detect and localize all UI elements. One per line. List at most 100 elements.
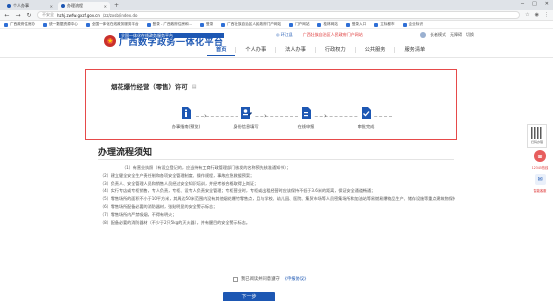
bookmark-item[interactable]: 立标都市 <box>374 22 395 27</box>
chevron-right-icon: › <box>324 112 327 120</box>
process-item: （8）配备必要的消防器材（不少于2只5kg的灭火器），并有醒目的安全警示标志。 <box>100 219 250 225</box>
bookmark-icon <box>4 22 8 27</box>
gov-portal-link[interactable]: 广西壮族自治区人民政府门户网站 <box>303 32 363 38</box>
process-item: （4）实行专店或专柜销售，专人负责，专柜、设专人负责安全管理；专柜营业时，专柜或… <box>100 188 376 194</box>
process-item: （3）负责人、安全管理人员和销售人员经过安全知识培训，并经考核合格取得上岗证； <box>100 180 259 186</box>
bookmark-label: 登录 - 广西政府住房和... <box>152 22 192 26</box>
chat-icon[interactable]: ✉ <box>534 174 546 185</box>
tab-label: 个人办事 <box>13 3 29 8</box>
bookmark-icon <box>221 22 226 27</box>
bookmark-icon <box>317 22 322 27</box>
upload-icon <box>298 105 314 121</box>
address-bar: ← → ↻ 不安全 hzhj.zwfw.gxzf.gov.cn/zz/zxsb/… <box>0 10 553 21</box>
main-nav: 首页 个人办事 法人办事 行政权力 公共服务 服务清单 <box>207 44 434 56</box>
nav-public-service[interactable]: 公共服务 <box>356 44 395 56</box>
browser-tab[interactable]: 个人办事 ✕ <box>4 2 56 10</box>
info-icon <box>178 105 194 121</box>
step-submit[interactable]: 在线申报 <box>282 105 330 130</box>
avatar[interactable] <box>420 32 426 38</box>
bookmark-item[interactable]: 广西壮族自治区人民政府门户网站 <box>221 22 281 27</box>
bookmark-item[interactable]: 登录 <box>199 22 214 27</box>
nav-corporate[interactable]: 法人办事 <box>276 44 315 56</box>
process-item: （2）建立健全安全生产责任制和各项安全管理制度、操作规程，事故应急救援预案； <box>100 172 255 178</box>
service-title: 烟花爆竹经营（零售）许可 ▤ <box>111 82 196 91</box>
agreement-link[interactable]: 《申报协议》 <box>283 276 309 282</box>
accessibility-link[interactable]: 无障碍 <box>450 32 462 38</box>
nav-home[interactable]: 首页 <box>207 44 236 56</box>
side-toolbar: ☎ 12345热线 ✉ 智能客服 <box>531 150 549 193</box>
close-tab-icon[interactable]: ✕ <box>104 4 107 9</box>
maximize-button[interactable]: □ <box>532 1 537 7</box>
site-logo[interactable]: 全国一体化在线政务服务平台 广西数字政务一体化平台 <box>104 33 224 49</box>
agree-label: 我已阅读并同意遵守 <box>241 277 280 282</box>
next-button[interactable]: 下一步 <box>223 292 275 301</box>
agree-checkbox[interactable] <box>233 276 238 282</box>
browser-toolbar-icons: ☆ ◉ ⋮ <box>525 12 549 18</box>
switch-link[interactable]: 切换 <box>466 32 474 38</box>
url-field[interactable]: 不安全 hzhj.zwfw.gxzf.gov.cn/zz/zxsb/index.… <box>37 11 521 19</box>
step-complete[interactable]: 审批完成 <box>342 105 390 130</box>
bookmark-icon <box>43 22 48 27</box>
nav-personal[interactable]: 个人办事 <box>236 44 275 56</box>
location-selector[interactable]: ◎ 环江县 <box>276 32 293 38</box>
bookmark-icon <box>345 22 350 27</box>
process-item: （5）零售场所的面积不小于10平方米，其周边50米范围内没有其他烟花爆竹零售点，… <box>100 196 455 202</box>
window-controls: ─ □ ✕ <box>521 1 549 7</box>
bookmarks-bar: 广西政府住房办 统一数据资源中心 全国一体化在线政务服务平台 登录 - 广西政府… <box>0 21 553 29</box>
process-list: （1）有营业执照（有设立登记的，应当持有工商行政管理部门核发的名称预先核准通知书… <box>98 164 455 226</box>
menu-icon[interactable]: ⋮ <box>544 12 549 18</box>
bookmark-item[interactable]: 登录入口 <box>345 22 367 27</box>
qr-code-icon <box>531 127 543 139</box>
qr-widget[interactable]: 扫码办理 <box>527 124 547 148</box>
bookmark-label: 登录入口 <box>351 22 367 26</box>
reload-button[interactable]: ↻ <box>26 12 32 19</box>
nav-admin-power[interactable]: 行政权力 <box>316 44 355 56</box>
step-label: 办事指南(预览) <box>171 124 201 129</box>
bookmark-item[interactable]: 企业标识 <box>402 22 423 27</box>
qr-label: 扫码办理 <box>530 140 543 144</box>
bookmark-item[interactable]: 广西政府住房办 <box>4 22 35 27</box>
bookmark-label: 门户网站 <box>295 22 310 26</box>
favicon-icon <box>7 4 11 8</box>
user-edit-icon <box>238 105 254 121</box>
step-label: 审批完成 <box>357 124 375 129</box>
bookmark-item[interactable]: 门户网站 <box>289 22 309 27</box>
close-tab-icon[interactable]: ✕ <box>50 4 53 9</box>
elder-mode-link[interactable]: 长者模式 <box>430 32 446 38</box>
bookmark-label: 广西壮族自治区人民政府门户网站 <box>227 22 282 26</box>
help-label: 智能客服 <box>533 189 547 193</box>
bookmark-item[interactable]: 桂林网站 <box>317 22 338 27</box>
close-window-button[interactable]: ✕ <box>545 1 549 7</box>
process-title: 办理流程须知 <box>98 148 153 158</box>
process-item: （6）零售场所配备必要的消防器材，张贴明显的安全警示标志； <box>100 203 218 209</box>
bookmark-item[interactable]: 全国一体化在线政务服务平台 <box>85 22 139 27</box>
minimize-button[interactable]: ─ <box>521 1 524 7</box>
bookmark-item[interactable]: 登录 - 广西政府住房和... <box>146 22 192 27</box>
profile-icon[interactable]: ◉ <box>535 12 539 18</box>
bookmark-label: 登录 <box>205 22 214 26</box>
step-identity[interactable]: 身份信息填写 <box>222 105 270 130</box>
step-label: 在线申报 <box>297 124 315 129</box>
service-title-text: 烟花爆竹经营（零售）许可 <box>111 83 188 91</box>
bookmark-label: 广西政府住房办 <box>10 22 36 26</box>
step-label: 身份信息填写 <box>233 124 259 129</box>
bookmark-icon <box>402 22 407 27</box>
top-right-links: 长者模式 无障碍 切换 <box>420 32 474 38</box>
bookmark-icon <box>85 22 90 27</box>
bookmark-item[interactable]: 统一数据资源中心 <box>43 22 78 27</box>
forward-button[interactable]: → <box>15 12 21 19</box>
browser-tab-active[interactable]: 办理流程 ✕ <box>58 2 110 10</box>
back-button[interactable]: ← <box>4 12 10 19</box>
document-icon[interactable]: ▤ <box>192 84 197 90</box>
hotline-icon[interactable]: ☎ <box>534 150 546 162</box>
security-label[interactable]: 不安全 <box>42 12 54 18</box>
bookmark-icon <box>199 22 204 27</box>
star-icon[interactable]: ☆ <box>525 12 529 18</box>
step-guide[interactable]: 办事指南(预览) <box>162 105 210 130</box>
url-path: /zz/zxsb/index.do <box>102 12 138 18</box>
nav-service-list[interactable]: 服务清单 <box>395 44 434 56</box>
new-tab-button[interactable]: + <box>114 2 119 10</box>
bookmark-label: 企业标识 <box>408 22 423 26</box>
browser-tabbar: 个人办事 ✕ 办理流程 ✕ + ─ □ ✕ <box>0 0 553 10</box>
process-item: （1）有营业执照（有设立登记的，应当持有工商行政管理部门核发的名称预先核准通知书… <box>122 165 291 170</box>
